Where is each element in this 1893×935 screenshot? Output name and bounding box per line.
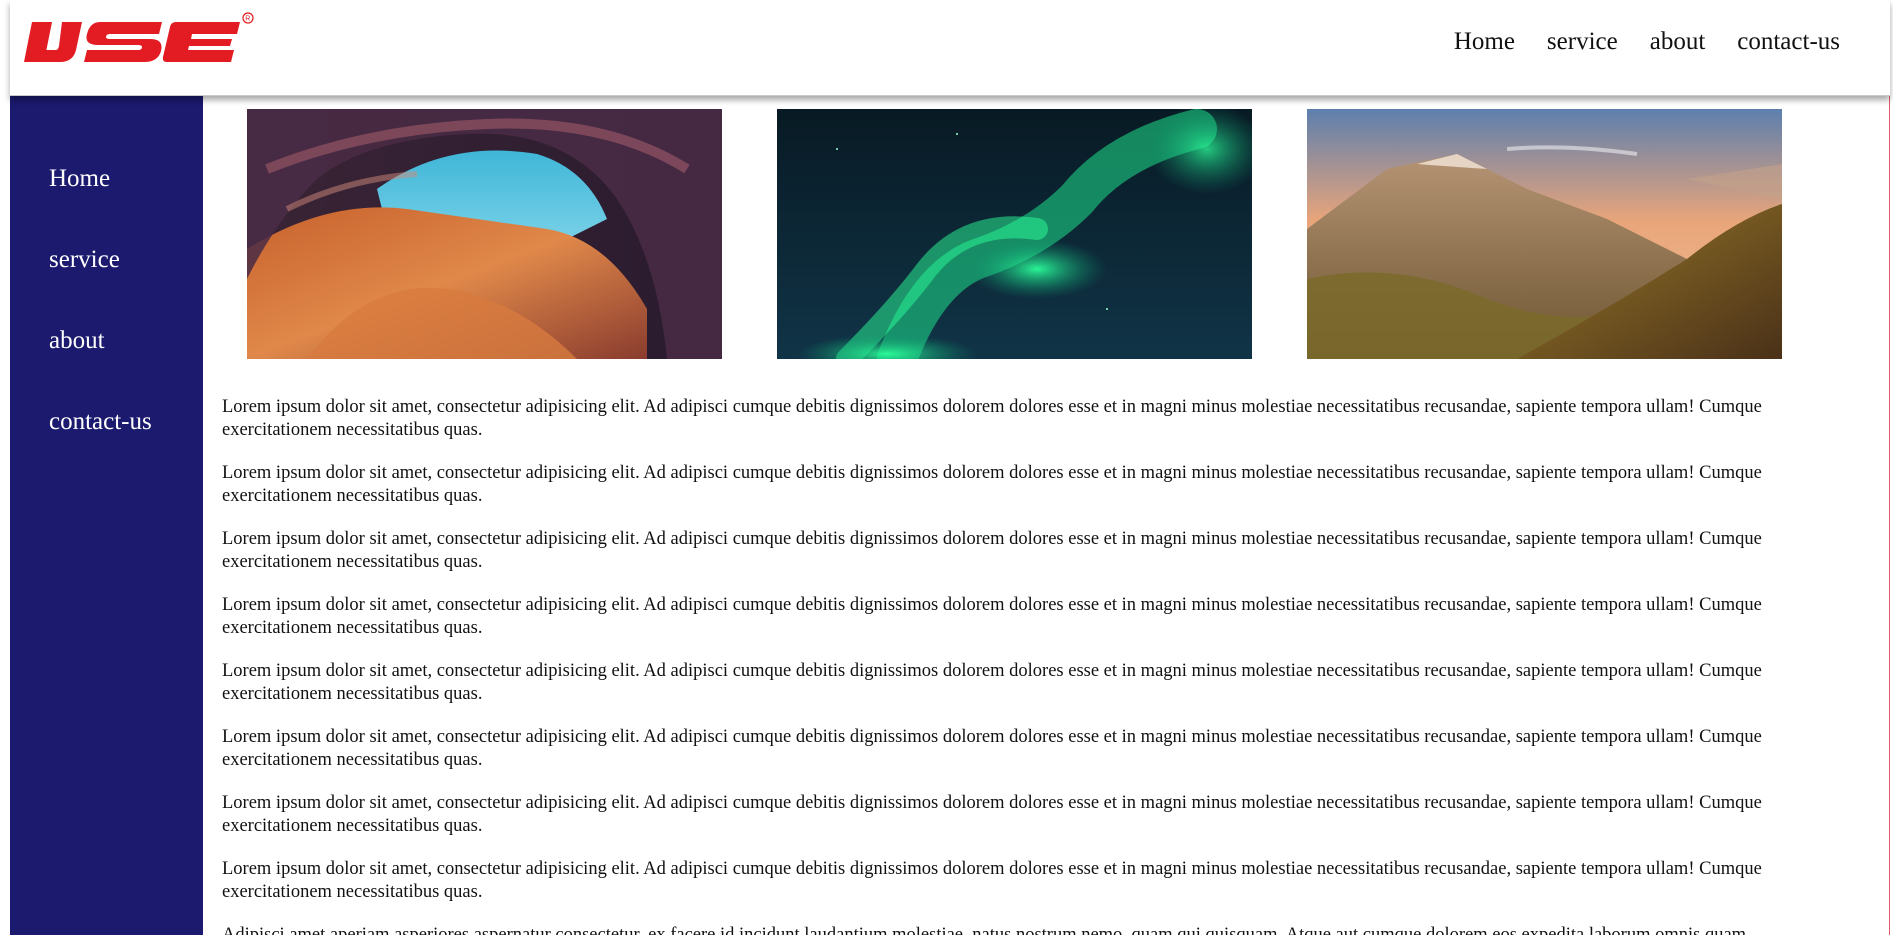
top-nav: Home service about contact-us: [1454, 28, 1840, 56]
sidebar: Home service about contact-us: [10, 96, 203, 935]
paragraph: Lorem ipsum dolor sit amet, consectetur …: [222, 463, 1762, 506]
paragraph: Lorem ipsum dolor sit amet, consectetur …: [222, 397, 1762, 440]
page: R Home service about contact-us Home ser…: [0, 0, 1893, 935]
svg-text:R: R: [245, 16, 250, 23]
top-nav-home[interactable]: Home: [1454, 28, 1515, 56]
paragraph: Lorem ipsum dolor sit amet, consectetur …: [222, 661, 1762, 704]
sidebar-menu: Home service about contact-us: [49, 166, 152, 490]
top-nav-about[interactable]: about: [1650, 28, 1706, 56]
paragraph: Lorem ipsum dolor sit amet, consectetur …: [222, 595, 1762, 638]
canyon-image: [247, 109, 722, 359]
sidebar-item-service[interactable]: service: [49, 247, 152, 328]
site-header: R Home service about contact-us: [10, 0, 1890, 96]
paragraph: Lorem ipsum dolor sit amet, consectetur …: [222, 529, 1762, 572]
paragraph: Lorem ipsum dolor sit amet, consectetur …: [222, 727, 1762, 770]
paragraph: Lorem ipsum dolor sit amet, consectetur …: [222, 859, 1762, 902]
image-gallery: [247, 109, 1782, 359]
sidebar-item-about[interactable]: about: [49, 328, 152, 409]
sidebar-item-home[interactable]: Home: [49, 166, 152, 247]
main-content: Lorem ipsum dolor sit amet, consectetur …: [222, 396, 1872, 935]
top-nav-contact-us[interactable]: contact-us: [1737, 28, 1840, 56]
mountain-image: [1307, 109, 1782, 359]
aurora-image: [777, 109, 1252, 359]
top-nav-service[interactable]: service: [1547, 28, 1618, 56]
paragraph: Adipisci amet aperiam asperiores asperna…: [222, 925, 1747, 935]
paragraph: Lorem ipsum dolor sit amet, consectetur …: [222, 793, 1762, 836]
brand-logo[interactable]: R: [22, 10, 282, 70]
sidebar-item-contact-us[interactable]: contact-us: [49, 409, 152, 490]
